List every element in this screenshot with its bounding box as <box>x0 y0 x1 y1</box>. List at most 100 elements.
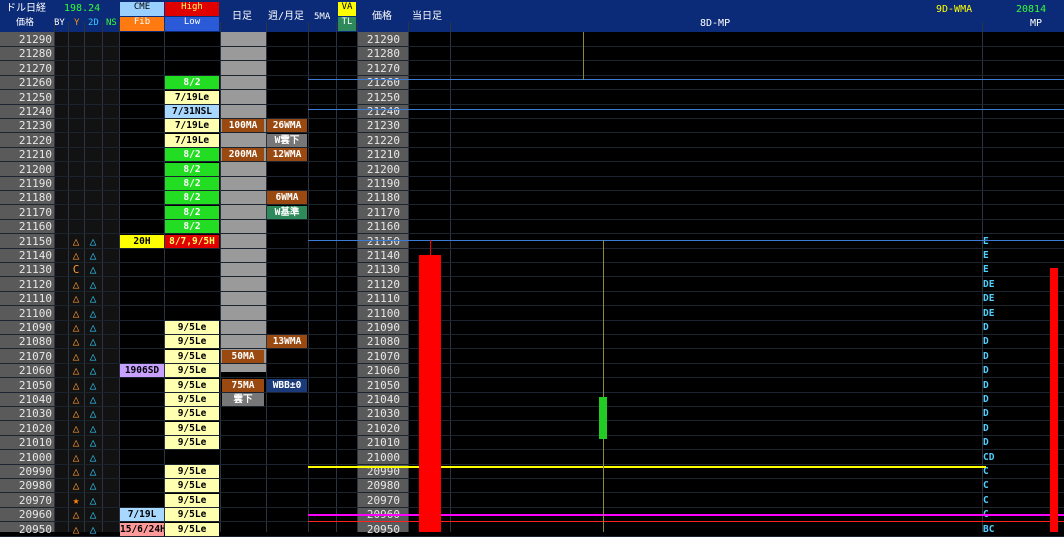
price2-header: 価格 <box>372 11 392 22</box>
2d-symbol: △ <box>89 522 97 536</box>
grid-row <box>0 434 1064 436</box>
mp-letter: DE <box>983 278 995 290</box>
high-low-cell: 8/2 <box>165 205 219 219</box>
mp-letter: E <box>983 235 989 247</box>
yellow-line <box>308 466 986 468</box>
mp-letter: DE <box>983 293 995 305</box>
price-label: 21250 <box>18 90 52 104</box>
price-label: 21190 <box>18 177 52 190</box>
y-symbol: △ <box>72 407 80 421</box>
price-label-right: 21070 <box>366 349 400 363</box>
grid-row <box>0 334 1064 335</box>
high-low-cell: 9/5Le <box>165 364 219 378</box>
price-label: 20950 <box>18 522 52 536</box>
price-label-right: 21290 <box>366 33 400 46</box>
grid-row <box>0 103 1064 105</box>
high-low-cell: 8/2 <box>165 162 219 176</box>
y-symbol: △ <box>72 277 80 291</box>
price-label: 20960 <box>18 508 52 522</box>
price-label-right: 21130 <box>366 263 400 277</box>
mp8d-header: 8D-MP <box>700 18 731 29</box>
price-label: 21020 <box>18 421 52 435</box>
mp-letter: CD <box>983 451 995 463</box>
grid-row <box>0 46 1064 47</box>
mp-letter: C <box>983 494 989 506</box>
col-y-header: Y <box>74 18 80 28</box>
cme-cell: 15/6/24H <box>120 522 164 536</box>
price-label-right: 20980 <box>366 479 400 493</box>
fib-header: Fib <box>120 17 164 31</box>
mp-letter: DE <box>983 307 995 319</box>
2d-symbol: △ <box>89 249 97 262</box>
2d-symbol: △ <box>89 263 97 277</box>
price-label-right: 21140 <box>366 249 400 262</box>
weekly-monthly-header: 週/月足 <box>268 11 305 22</box>
mp-letter: D <box>983 322 989 333</box>
weekly-cell: WBB±0 <box>267 378 307 392</box>
grid-row <box>0 406 1064 407</box>
2d-symbol: △ <box>89 393 97 406</box>
daily-gray-block <box>221 32 266 372</box>
high-low-cell: 8/2 <box>165 76 219 90</box>
mp-letter: D <box>983 379 989 391</box>
2d-symbol: △ <box>89 349 97 363</box>
grid-row <box>0 377 1064 379</box>
price-label: 21290 <box>18 33 52 46</box>
price-label-right: 21190 <box>366 177 400 190</box>
y-symbol: △ <box>72 436 80 450</box>
price-label: 21170 <box>18 205 52 219</box>
cme-cell: 1906SD <box>120 364 164 378</box>
price-label: 21080 <box>18 335 52 349</box>
2d-symbol: △ <box>89 378 97 392</box>
grid-row <box>0 161 1064 163</box>
price-label: 21210 <box>18 148 52 162</box>
2d-symbol: △ <box>89 436 97 450</box>
price-label: 21260 <box>18 76 52 90</box>
grid-row <box>0 492 1064 494</box>
price-label: 21040 <box>18 393 52 406</box>
y-symbol: △ <box>72 234 80 248</box>
mp-right-candle <box>1050 268 1058 532</box>
price-label: 21280 <box>18 47 52 61</box>
high-low-cell: 7/19Le <box>165 90 219 104</box>
y-symbol: △ <box>72 306 80 320</box>
price-label: 21010 <box>18 436 52 450</box>
grid-row <box>0 60 1064 62</box>
y-symbol: △ <box>72 522 80 536</box>
grid-row <box>0 218 1064 220</box>
high-low-cell: 8/2 <box>165 220 219 234</box>
grid-row <box>0 391 1064 393</box>
price-label: 21240 <box>18 105 52 118</box>
high-low-cell: 9/5Le <box>165 522 219 536</box>
grid-row <box>0 478 1064 479</box>
mp-letter: E <box>983 250 989 261</box>
2d-symbol: △ <box>89 465 97 478</box>
mp-letter: D <box>983 422 989 434</box>
y-symbol: △ <box>72 421 80 435</box>
grid-row <box>0 146 1064 148</box>
price-label-right: 21020 <box>366 421 400 435</box>
mp-letter: D <box>983 336 989 348</box>
2d-symbol: △ <box>89 306 97 320</box>
mp-letter: D <box>983 437 989 449</box>
2d-symbol: △ <box>89 450 97 464</box>
price-label-right: 21250 <box>366 90 400 104</box>
price-label-right: 21230 <box>366 119 400 133</box>
price-label: 21070 <box>18 349 52 363</box>
y-symbol: △ <box>72 349 80 363</box>
mp-letter: BC <box>983 523 995 535</box>
high-low-cell: 9/5Le <box>165 465 219 478</box>
col-price-header: 価格 <box>16 18 35 28</box>
y-symbol: △ <box>72 508 80 522</box>
y-symbol: △ <box>72 335 80 349</box>
price-label: 21050 <box>18 378 52 392</box>
daily-cell: 100MA <box>222 119 264 133</box>
blue-line-1 <box>308 79 1064 80</box>
price-label-right: 21080 <box>366 335 400 349</box>
mp-letter: E <box>983 264 989 276</box>
price-label: 20980 <box>18 479 52 493</box>
2d-symbol: △ <box>89 421 97 435</box>
daily-cell: 50MA <box>222 349 264 363</box>
y-symbol: △ <box>72 364 80 378</box>
2d-symbol: △ <box>89 508 97 522</box>
